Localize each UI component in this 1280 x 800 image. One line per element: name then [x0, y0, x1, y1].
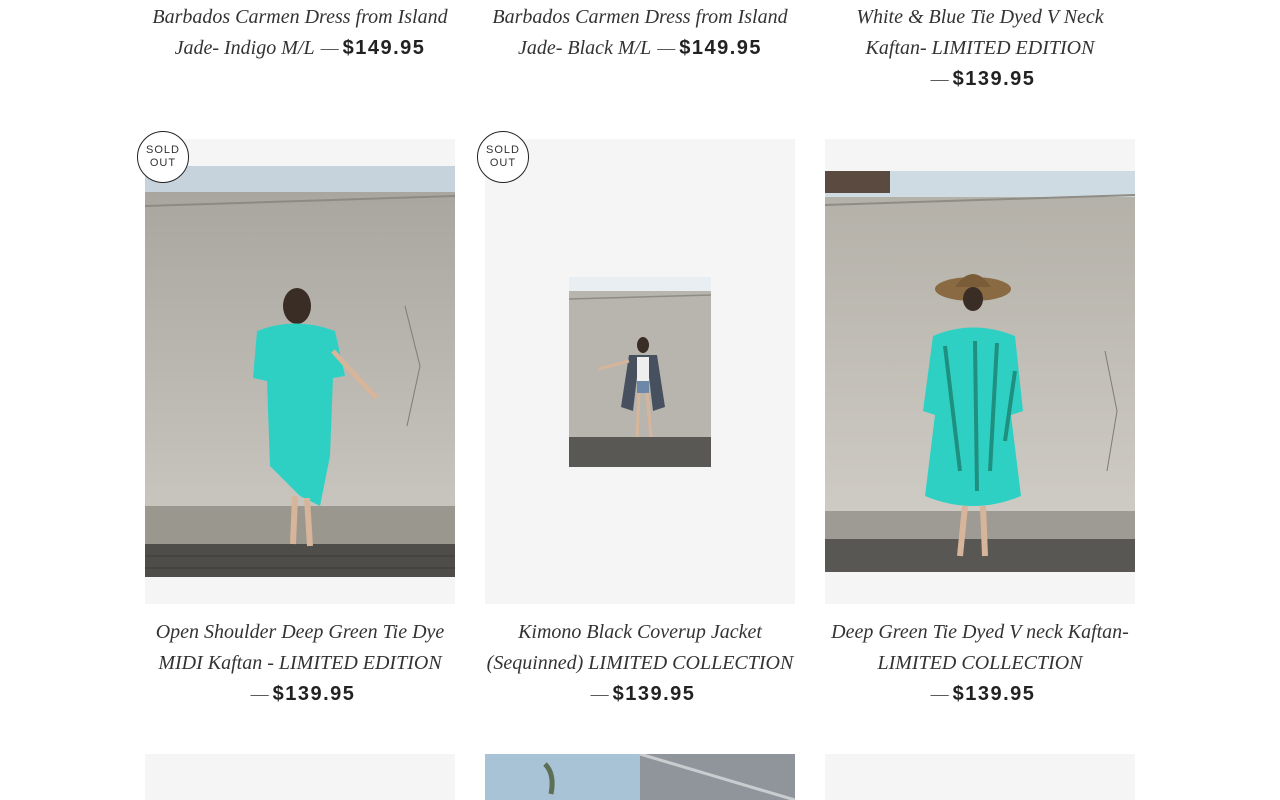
- product-image-link[interactable]: [485, 754, 795, 800]
- price-separator: —: [320, 38, 339, 58]
- product-title-line: Barbados Carmen Dress from Island: [152, 6, 448, 28]
- product-title[interactable]: Open Shoulder Deep Green Tie Dye MIDI Ka…: [145, 617, 455, 710]
- product-title-line: White & Blue Tie Dyed V Neck: [856, 6, 1104, 28]
- badge-text: SOLD: [146, 144, 180, 156]
- product-image-link[interactable]: [145, 754, 455, 800]
- product-grid: Barbados Carmen Dress from Island Jade- …: [0, 0, 1280, 800]
- product-image-link[interactable]: [825, 754, 1135, 800]
- price-separator: —: [590, 684, 609, 704]
- product-title-line: Jade- Indigo M/L: [174, 37, 315, 59]
- product-title[interactable]: Barbados Carmen Dress from Island Jade- …: [145, 2, 455, 64]
- product-card[interactable]: Open Shoulder Deep Green Tie Dye MIDI Ka…: [145, 617, 455, 710]
- product-price: $149.95: [679, 37, 763, 59]
- product-image-link[interactable]: [145, 139, 455, 604]
- product-price: $149.95: [342, 37, 426, 59]
- price-separator: —: [930, 69, 949, 89]
- product-title[interactable]: Kimono Black Coverup Jacket (Sequinned) …: [485, 617, 795, 710]
- product-title-line: Open Shoulder Deep Green Tie Dye: [155, 621, 445, 643]
- product-title-line: MIDI Kaftan - LIMITED EDITION: [158, 652, 442, 674]
- product-card[interactable]: Kimono Black Coverup Jacket (Sequinned) …: [485, 617, 795, 710]
- price-separator: —: [250, 684, 269, 704]
- badge-text: OUT: [489, 157, 517, 169]
- product-title[interactable]: Deep Green Tie Dyed V neck Kaftan- LIMIT…: [825, 617, 1135, 710]
- product-title-line: LIMITED COLLECTION: [877, 652, 1083, 674]
- price-separator: —: [930, 684, 949, 704]
- product-title-line: Kaftan- LIMITED EDITION: [865, 37, 1095, 59]
- product-photo: [485, 754, 795, 800]
- badge-text: SOLD: [486, 144, 520, 156]
- product-card[interactable]: Deep Green Tie Dyed V neck Kaftan- LIMIT…: [825, 617, 1135, 710]
- product-card[interactable]: Barbados Carmen Dress from Island Jade- …: [485, 2, 795, 64]
- product-title-line: Jade- Black M/L: [517, 37, 652, 59]
- product-card[interactable]: Barbados Carmen Dress from Island Jade- …: [145, 2, 455, 64]
- product-photo: [825, 171, 1135, 572]
- price-separator: —: [657, 38, 676, 58]
- product-title-line: Deep Green Tie Dyed V neck Kaftan-: [831, 621, 1129, 643]
- product-title-line: Kimono Black Coverup Jacket: [518, 621, 762, 643]
- product-title-line: Barbados Carmen Dress from Island: [492, 6, 788, 28]
- product-price: $139.95: [272, 683, 356, 705]
- product-image-link[interactable]: [485, 139, 795, 604]
- badge-text: OUT: [149, 157, 177, 169]
- sold-out-badge: SOLD OUT: [137, 131, 189, 183]
- product-title[interactable]: Barbados Carmen Dress from Island Jade- …: [485, 2, 795, 64]
- product-card[interactable]: White & Blue Tie Dyed V Neck Kaftan- LIM…: [825, 2, 1135, 95]
- product-photo: [145, 166, 455, 577]
- product-title-line: (Sequinned) LIMITED COLLECTION: [486, 652, 794, 674]
- product-price: $139.95: [612, 683, 696, 705]
- product-title[interactable]: White & Blue Tie Dyed V Neck Kaftan- LIM…: [825, 2, 1135, 95]
- product-price: $139.95: [952, 683, 1036, 705]
- product-image-link[interactable]: [825, 139, 1135, 604]
- product-price: $139.95: [952, 68, 1036, 90]
- sold-out-badge: SOLD OUT: [477, 131, 529, 183]
- product-photo: [569, 277, 711, 467]
